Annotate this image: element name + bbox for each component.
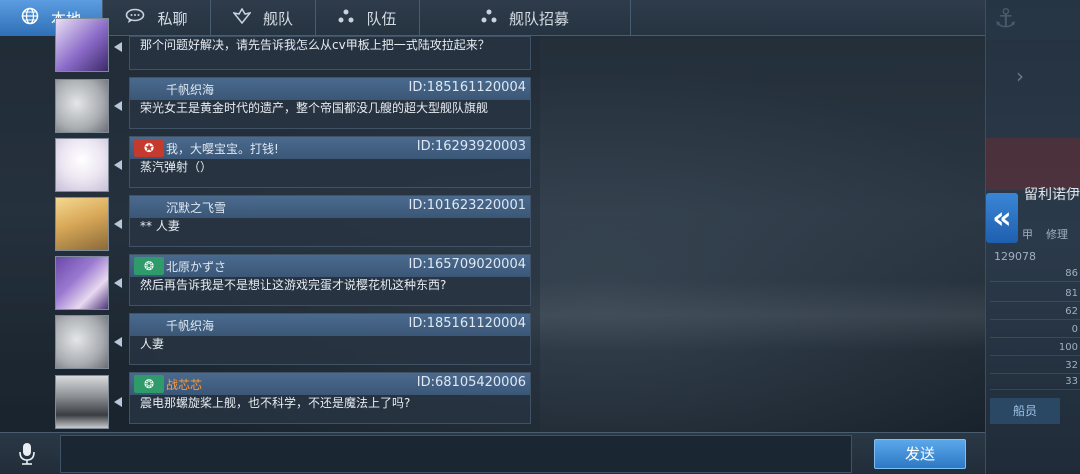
chevron-right-icon: › [1016, 64, 1024, 88]
microphone-icon [19, 443, 35, 465]
chat-tab-bar: 本地 私聊 舰队 队伍 舰队招募 [0, 0, 985, 36]
stat-row: 0 [990, 324, 1080, 338]
message-header: ✪ 我，大嘤宝宝。打钱! ID:16293920003 [130, 137, 530, 159]
message-header: ❂ 战芯芯 ID:68105420006 [130, 373, 530, 395]
panel-number: 129078 [994, 250, 1036, 263]
chat-message: ❂ 战芯芯 ID:68105420006 震电那螺旋桨上舰，也不科学，不还是魔法… [0, 372, 540, 429]
avatar[interactable] [55, 18, 109, 72]
stat-row: 100 [990, 342, 1080, 356]
sender-name[interactable]: 沉默之飞雪 [166, 199, 226, 216]
chat-input-bar: 发送 [0, 432, 985, 474]
sender-id: ID:185161120004 [408, 80, 526, 95]
tab-label: 队伍 [366, 9, 397, 28]
avatar[interactable] [55, 138, 109, 192]
message-bubble: ❂ 战芯芯 ID:68105420006 震电那螺旋桨上舰，也不科学，不还是魔法… [129, 372, 531, 424]
message-bubble: 千帆织海 ID:185161120004 人妻 [129, 313, 531, 365]
fleet-badge-icon: ❂ [134, 375, 164, 393]
collapse-chat-button[interactable]: « [986, 193, 1018, 243]
bubble-pointer [114, 278, 122, 288]
team-dots-icon [338, 9, 354, 27]
bubble-pointer [114, 337, 122, 347]
chat-message: 千帆织海 ID:185161120004 荣光女王是黄金时代的遗产，整个帝国都没… [0, 77, 540, 133]
fleet-badge-icon: ✪ [134, 139, 164, 157]
fleet-emblem-icon [232, 7, 252, 28]
message-text: ** 人妻 [140, 219, 180, 233]
chat-message-input[interactable] [60, 435, 852, 473]
chat-message: ❂ 北原かずさ ID:165709020004 然后再告诉我是不是想让这游戏完蛋… [0, 254, 540, 310]
sender-id: ID:101623220001 [408, 198, 526, 213]
speech-bubble-icon [125, 8, 145, 28]
avatar[interactable] [55, 79, 109, 133]
recruit-dots-icon [481, 9, 497, 27]
fleet-badge-icon: ❂ [134, 257, 164, 275]
sender-name[interactable]: 千帆织海 [166, 317, 214, 334]
message-text: 然后再告诉我是不是想让这游戏完蛋才说樱花机这种东西? [140, 278, 447, 292]
chat-message-list[interactable]: 那个问题好解决，请先告诉我怎么从cv甲板上把一式陆攻拉起来？ 千帆织海 ID:1… [0, 18, 540, 432]
message-header: ❂ 北原かずさ ID:165709020004 [130, 255, 530, 277]
tab-label: 舰队 [262, 9, 293, 28]
message-bubble: 千帆织海 ID:185161120004 荣光女王是黄金时代的遗产，整个帝国都没… [129, 77, 531, 129]
message-text: 震电那螺旋桨上舰，也不科学，不还是魔法上了吗? [140, 396, 411, 410]
message-bubble: 那个问题好解决，请先告诉我怎么从cv甲板上把一式陆攻拉起来？ [129, 36, 531, 70]
crew-button[interactable]: 船员 [990, 398, 1060, 424]
chat-message: 那个问题好解决，请先告诉我怎么从cv甲板上把一式陆攻拉起来？ [0, 18, 540, 74]
message-text: 人妻 [140, 337, 165, 351]
message-bubble: ❂ 北原かずさ ID:165709020004 然后再告诉我是不是想让这游戏完蛋… [129, 254, 531, 306]
sender-name[interactable]: 我，大嘤宝宝。打钱! [166, 140, 279, 157]
bubble-pointer [114, 219, 122, 229]
stat-row: 32 [990, 360, 1080, 374]
message-bubble: ✪ 我，大嘤宝宝。打钱! ID:16293920003 蒸汽弹射（） [129, 136, 531, 188]
tab-team[interactable]: 队伍 [316, 0, 420, 36]
anchor-icon: ⚓ [994, 4, 1018, 34]
message-text: 荣光女王是黄金时代的遗产，整个帝国都没几艘的超大型舰队旗舰 [140, 101, 489, 115]
avatar[interactable] [55, 256, 109, 310]
chat-message: ✪ 我，大嘤宝宝。打钱! ID:16293920003 蒸汽弹射（） [0, 136, 540, 192]
bubble-pointer [114, 160, 122, 170]
message-text: 那个问题好解决，请先告诉我怎么从cv甲板上把一式陆攻拉起来？ [140, 38, 490, 52]
stat-row: 33 [990, 376, 1080, 390]
bubble-pointer [114, 101, 122, 111]
chat-message: 千帆织海 ID:185161120004 人妻 [0, 313, 540, 369]
stat-row: 81 [990, 288, 1080, 302]
message-header: 千帆织海 ID:185161120004 [130, 314, 530, 336]
bubble-pointer [114, 397, 122, 407]
panel-label-a: 甲 [1022, 228, 1033, 241]
message-bubble: 沉默之飞雪 ID:101623220001 ** 人妻 [129, 195, 531, 247]
tab-label: 舰队招募 [508, 9, 569, 28]
double-chevron-left-icon: « [992, 200, 1012, 236]
sender-id: ID:185161120004 [408, 316, 526, 331]
globe-icon [21, 7, 39, 29]
sender-id: ID:16293920003 [416, 139, 526, 154]
panel-label-b: 修理 [1046, 228, 1068, 241]
avatar[interactable] [55, 197, 109, 251]
message-header: 千帆织海 ID:185161120004 [130, 78, 530, 100]
message-text: 蒸汽弹射（） [140, 160, 213, 174]
stat-row: 86 [990, 268, 1080, 282]
background-haze [530, 280, 990, 350]
sender-name[interactable]: 北原かずさ [166, 258, 226, 275]
tab-label: 私聊 [157, 9, 188, 28]
chat-message: 沉默之飞雪 ID:101623220001 ** 人妻 [0, 195, 540, 251]
bubble-pointer [114, 42, 122, 52]
sender-name[interactable]: 战芯芯 [166, 376, 202, 393]
sender-name[interactable]: 千帆织海 [166, 81, 214, 98]
avatar[interactable] [55, 315, 109, 369]
tab-fleet-recruit[interactable]: 舰队招募 [420, 0, 631, 36]
send-button[interactable]: 发送 [874, 439, 966, 469]
sender-id: ID:68105420006 [416, 375, 526, 390]
stat-row: 62 [990, 306, 1080, 320]
ship-name: 留利诺伊 [1024, 187, 1080, 203]
sender-id: ID:165709020004 [408, 257, 526, 272]
tab-fleet[interactable]: 舰队 [211, 0, 316, 36]
microphone-button[interactable] [14, 441, 40, 467]
message-header: 沉默之飞雪 ID:101623220001 [130, 196, 530, 218]
flag-banner [986, 138, 1080, 190]
tab-private-chat[interactable]: 私聊 [103, 0, 211, 36]
avatar[interactable] [55, 375, 109, 429]
